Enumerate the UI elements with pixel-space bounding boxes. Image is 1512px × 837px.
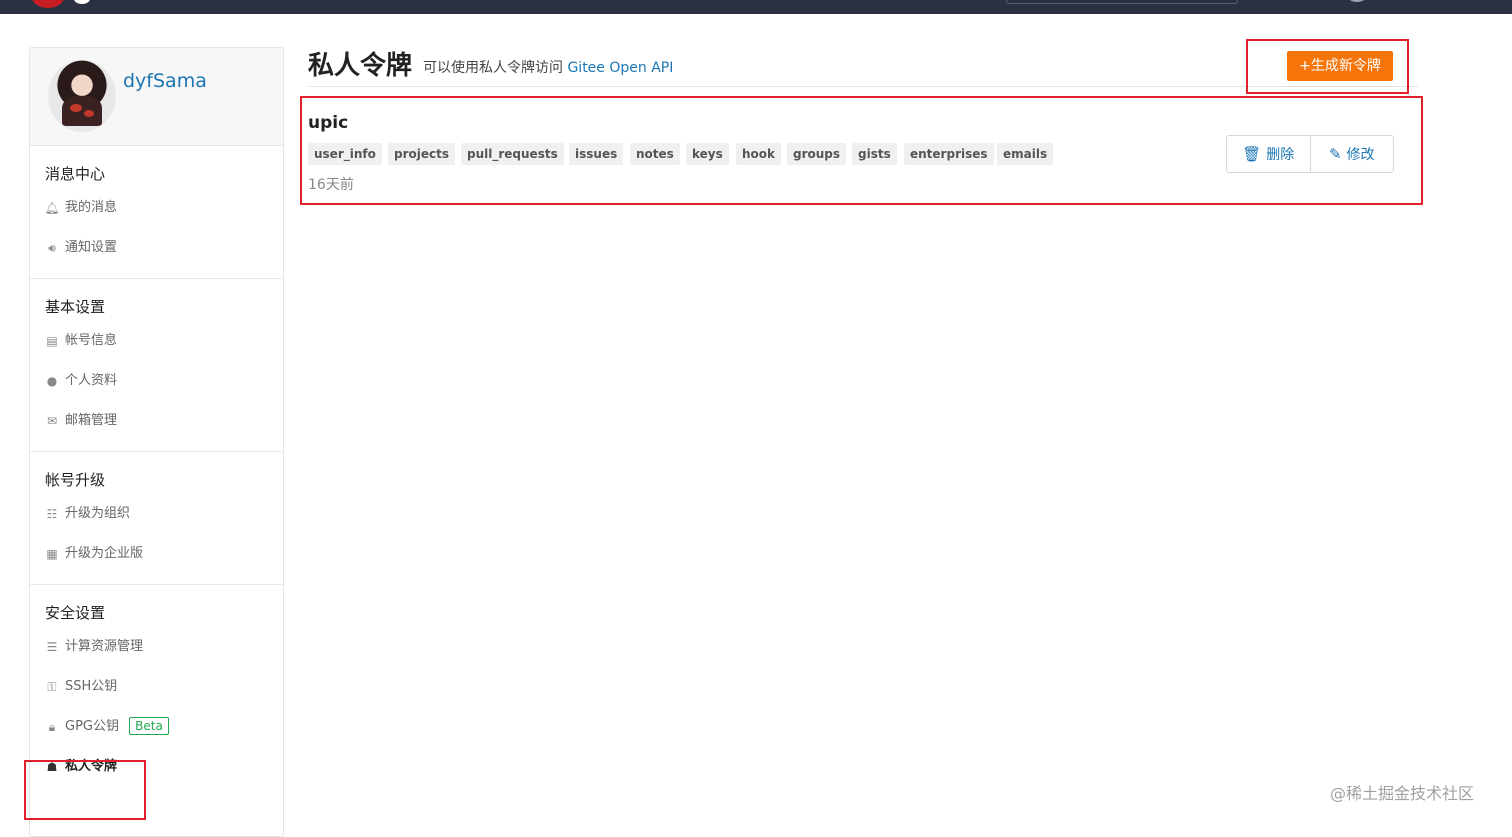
notification-icon[interactable] — [1348, 0, 1366, 2]
server-icon: ☰ — [46, 640, 58, 654]
sidebar-item-upgrade-enterprise[interactable]: ▦ 升级为企业版 — [30, 534, 283, 574]
sidebar-section-basic: 基本设置 ▤ 帐号信息 ● 个人资料 ✉ 邮箱管理 — [30, 279, 283, 452]
id-card-icon: ▤ — [46, 334, 58, 348]
scope-tag: enterprises — [904, 143, 994, 165]
scope-tag: emails — [997, 143, 1054, 165]
top-navbar — [0, 0, 1512, 14]
generate-token-button[interactable]: +生成新令牌 — [1287, 51, 1393, 81]
section-title: 安全设置 — [45, 604, 106, 622]
sidebar-item-label: 计算资源管理 — [65, 639, 144, 654]
envelope-icon: ✉ — [46, 414, 58, 428]
section-title: 基本设置 — [45, 298, 106, 316]
logo-letter-icon — [74, 0, 90, 4]
token-actions: 🗑︎ 删除 ✎ 修改 — [1226, 135, 1394, 173]
delete-label: 删除 — [1266, 147, 1295, 163]
sidebar-item-email[interactable]: ✉ 邮箱管理 — [30, 401, 283, 441]
beta-badge: Beta — [129, 717, 169, 735]
sidebar-section-upgrade: 帐号升级 ☷ 升级为组织 ▦ 升级为企业版 — [30, 452, 283, 585]
sidebar-section-messages: 消息中心 🔔︎ 我的消息 🔊︎ 通知设置 — [30, 146, 283, 279]
scope-tag: notes — [630, 143, 680, 165]
users-icon: ☷ — [46, 507, 58, 521]
sidebar-item-upgrade-org[interactable]: ☷ 升级为组织 — [30, 494, 283, 534]
gitee-logo-icon[interactable] — [32, 0, 64, 8]
edit-icon: ✎ — [1328, 145, 1342, 163]
section-title: 消息中心 — [45, 165, 106, 183]
avatar-cloud — [84, 110, 94, 117]
bell-icon: 🔔︎ — [44, 201, 60, 215]
watermark: @稀土掘金技术社区 — [1330, 784, 1475, 803]
sidebar-item-label: SSH公钥 — [65, 679, 118, 694]
page-header: 私人令牌 可以使用私人令牌访问 Gitee Open API — [308, 44, 1418, 87]
delete-token-button[interactable]: 🗑︎ 删除 — [1227, 136, 1310, 172]
scope-tag: user_info — [308, 143, 382, 165]
open-api-link[interactable]: Gitee Open API — [567, 60, 673, 76]
scope-tag: issues — [569, 143, 624, 165]
key-icon: ⚿ — [47, 680, 57, 694]
sidebar-item-label: 个人资料 — [65, 373, 118, 388]
sidebar-item-compute-resources[interactable]: ☰ 计算资源管理 — [30, 627, 283, 667]
sidebar-item-label: 升级为企业版 — [65, 546, 144, 561]
sidebar-item-label: 私人令牌 — [65, 759, 118, 774]
sidebar-item-personal-tokens[interactable]: ☗ 私人令牌 — [30, 747, 283, 787]
section-title: 帐号升级 — [45, 471, 106, 489]
page-description: 可以使用私人令牌访问 Gitee Open API — [423, 57, 673, 77]
avatar-cloak — [62, 96, 102, 126]
sidebar-item-label: 升级为组织 — [65, 506, 131, 521]
token-name: upic — [308, 113, 349, 133]
token-icon: ☗ — [46, 760, 58, 774]
scope-tag: hook — [736, 143, 782, 165]
page-title: 私人令牌 — [308, 51, 413, 81]
scope-tag: gists — [852, 143, 897, 165]
search-input[interactable] — [1006, 0, 1238, 4]
edit-token-button[interactable]: ✎ 修改 — [1309, 136, 1394, 172]
token-created-time: 16天前 — [308, 177, 354, 193]
scope-tag: groups — [787, 143, 847, 165]
sidebar-item-label: 我的消息 — [65, 200, 118, 215]
settings-sidebar: dyfSama 消息中心 🔔︎ 我的消息 🔊︎ 通知设置 基本设置 ▤ 帐号信息… — [29, 47, 284, 837]
profile-panel: dyfSama — [30, 48, 283, 146]
sidebar-item-account-info[interactable]: ▤ 帐号信息 — [30, 321, 283, 361]
sidebar-item-ssh-keys[interactable]: ⚿ SSH公钥 — [30, 667, 283, 707]
sidebar-item-label: GPG公钥 — [65, 719, 119, 734]
sidebar-item-gpg-keys[interactable]: 🔒︎ GPG公钥 Beta — [30, 707, 283, 747]
sidebar-item-notification-settings[interactable]: 🔊︎ 通知设置 — [30, 228, 283, 268]
scope-tag: keys — [686, 143, 729, 165]
user-icon: ● — [46, 374, 58, 388]
scope-tag: projects — [388, 143, 455, 165]
username-link[interactable]: dyfSama — [123, 70, 207, 92]
sidebar-item-profile[interactable]: ● 个人资料 — [30, 361, 283, 401]
trash-icon: 🗑︎ — [1242, 145, 1262, 163]
lock-icon: 🔒︎ — [48, 720, 56, 734]
description-text: 可以使用私人令牌访问 — [423, 60, 563, 76]
edit-label: 修改 — [1346, 147, 1375, 163]
sidebar-item-label: 邮箱管理 — [65, 413, 118, 428]
sidebar-item-label: 帐号信息 — [65, 333, 118, 348]
sidebar-item-label: 通知设置 — [65, 240, 118, 255]
sidebar-section-security: 安全设置 ☰ 计算资源管理 ⚿ SSH公钥 🔒︎ GPG公钥 Beta ☗ 私人… — [30, 585, 283, 797]
building-icon: ▦ — [46, 547, 58, 561]
scope-tag: pull_requests — [461, 143, 564, 165]
speaker-icon: 🔊︎ — [48, 241, 56, 255]
avatar[interactable] — [48, 60, 116, 132]
sidebar-item-my-messages[interactable]: 🔔︎ 我的消息 — [30, 188, 283, 228]
avatar-cloud — [70, 104, 82, 112]
